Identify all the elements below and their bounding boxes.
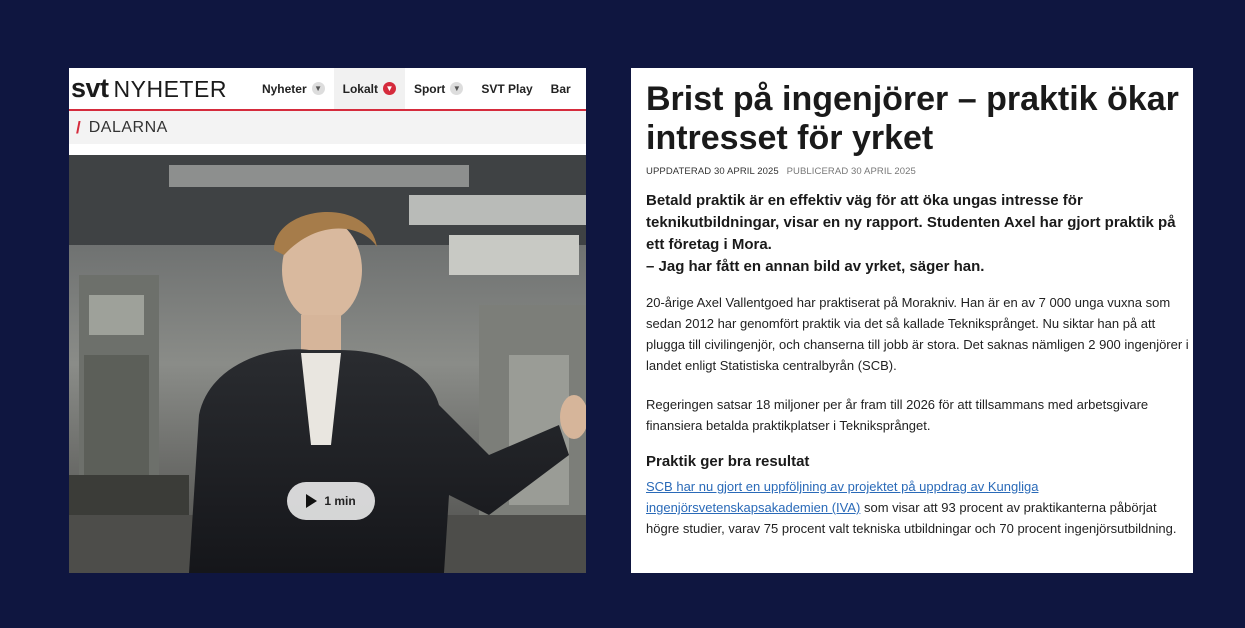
article-paragraph-1: 20-årige Axel Vallentgoed har praktisera… [646, 295, 1189, 373]
nav-item-label: Lokalt [342, 81, 378, 96]
lead-quote: – Jag har fått en annan bild av yrket, s… [646, 258, 985, 275]
chevron-down-icon: ▼ [450, 82, 464, 95]
published-date: PUBLICERAD 30 APRIL 2025 [786, 166, 916, 177]
play-icon [306, 494, 318, 508]
region-bar: / DALARNA [69, 111, 586, 144]
article-paragraph-2: Regeringen satsar 18 miljoner per år fra… [646, 397, 1149, 433]
nav-item-sport[interactable]: Sport ▼ [405, 68, 472, 109]
article-subheading: Praktik ger bra resultat [646, 453, 810, 470]
nav-item-barn[interactable]: Bar [542, 68, 580, 109]
article-meta: UPPDATERAD 30 APRIL 2025 PUBLICERAD 30 A… [646, 166, 916, 177]
article-panel: Brist på ingenjörer – praktik ökar intre… [631, 68, 1193, 573]
lead-text: Betald praktik är en effektiv väg för at… [646, 192, 1176, 253]
region-slash-icon: / [76, 117, 81, 137]
play-button[interactable]: 1 min [287, 482, 375, 520]
video-duration: 1 min [324, 494, 356, 508]
nav-item-nyheter[interactable]: Nyheter ▼ [253, 68, 334, 109]
nav-item-svt-play[interactable]: SVT Play [472, 68, 541, 109]
nav-item-lokalt[interactable]: Lokalt ▼ [333, 68, 405, 109]
region-name[interactable]: DALARNA [89, 119, 168, 137]
svt-nyheter-logo[interactable]: svt NYHETER [71, 73, 227, 104]
nav-item-label: Nyheter [261, 81, 307, 96]
nav-item-label: SVT Play [481, 81, 533, 96]
nav-item-label: Bar [550, 81, 571, 96]
updated-date: UPPDATERAD 30 APRIL 2025 [646, 166, 779, 177]
article-lead: Betald praktik är en effektiv väg för at… [646, 190, 1186, 278]
logo-svt-text: svt [71, 73, 109, 103]
video-player[interactable]: 1 min [69, 155, 586, 573]
chevron-down-icon: ▼ [382, 82, 396, 95]
nav-item-label: Sport [413, 81, 446, 96]
svt-page-screenshot: svt NYHETER Nyheter ▼ Lokalt ▼ Sport ▼ S… [69, 68, 586, 573]
chevron-down-icon: ▼ [311, 82, 325, 95]
svt-top-nav: svt NYHETER Nyheter ▼ Lokalt ▼ Sport ▼ S… [69, 68, 586, 111]
article-headline: Brist på ingenjörer – praktik ökar intre… [646, 80, 1179, 157]
logo-nyheter-text: NYHETER [113, 76, 227, 102]
article-paragraph-3: SCB har nu gjort en uppföljning av proje… [646, 476, 1191, 539]
